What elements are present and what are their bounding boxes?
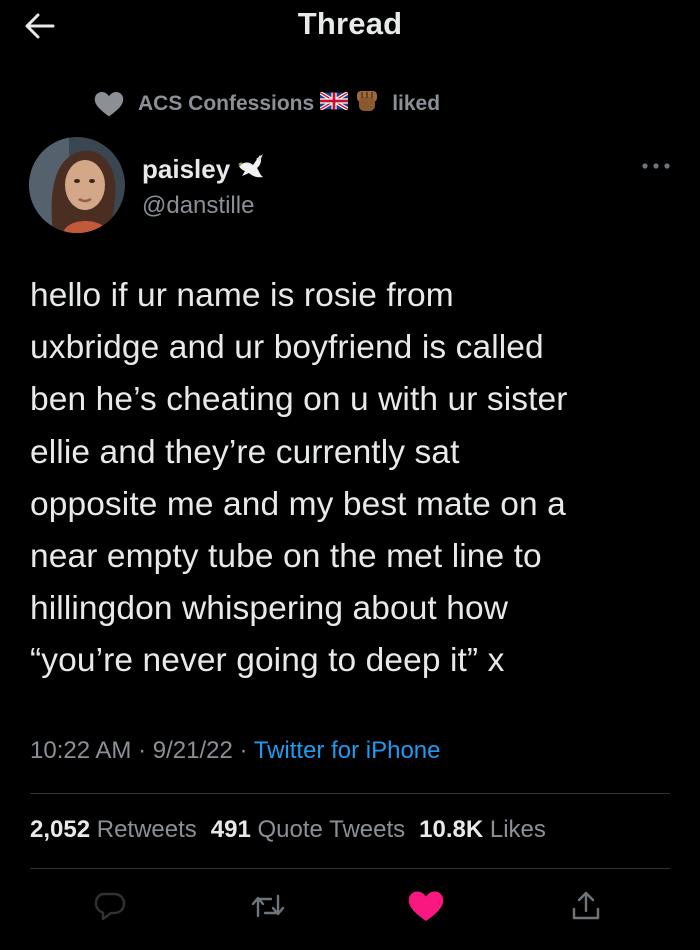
tweet-line: ben he’s cheating on u with ur sister [30,381,568,419]
divider [30,868,670,869]
share-button[interactable] [566,886,606,926]
divider [30,793,670,794]
like-button[interactable] [406,886,446,926]
retweet-button[interactable] [248,886,288,926]
liker-name[interactable]: ACS Confessions [138,92,314,116]
uk-flag-icon [319,90,350,116]
more-icon [642,163,670,169]
likes-count: 10.8K [419,816,484,843]
display-name-text: paisley [142,154,231,184]
tweet-line: hello if ur name is rosie from [30,277,454,314]
page-title: Thread [297,6,403,41]
quotes-count: 491 [210,816,251,843]
share-icon [572,891,600,920]
retweet-icon [251,894,285,918]
quotes-label: Quote Tweets [257,816,406,843]
separator: · [138,737,153,764]
separator: · [239,737,254,764]
tweet-line: opposite me and my best mate on a [30,485,566,523]
retweets-label: Retweets [96,816,197,843]
liked-label: liked [392,92,441,115]
tweet-line: ellie and they’re currently sat [30,433,460,471]
avatar[interactable] [29,137,125,233]
retweets-stat[interactable]: 2,052 Retweets [30,816,197,843]
heart-filled-icon [408,891,444,921]
handle[interactable]: @danstille [142,192,254,220]
tweet-line: near empty tube on the met line to [30,538,542,576]
tweet-line: hillingdon whispering about how [30,590,509,628]
tweet-meta: 10:22 AM · 9/21/22 · Twitter for iPhone [30,737,440,765]
display-name[interactable]: paisley [142,152,266,187]
raised-fist-icon [354,88,380,120]
tweet-date[interactable]: 9/21/22 [153,737,233,764]
engagement-stats: 2,052 Retweets 491 Quote Tweets 10.8K Like… [30,816,546,844]
tweet-line: “you’re never going to deep it” x [30,642,505,680]
dove-icon [236,152,266,187]
quotes-stat[interactable]: 491 Quote Tweets [211,816,405,843]
social-context: ACS Confessions liked [94,88,440,120]
heart-icon [94,91,124,117]
tweet-text: hello if ur name is rosie from uxbridge … [30,270,680,688]
likes-stat[interactable]: 10.8K Likes [419,816,546,843]
more-options-button[interactable] [636,152,676,180]
tweet-time[interactable]: 10:22 AM [30,737,131,764]
tweet-source-link[interactable]: Twitter for iPhone [254,737,441,764]
retweets-count: 2,052 [30,816,91,843]
likes-label: Likes [489,816,546,843]
reply-icon [94,892,126,921]
tweet-line: uxbridge and ur boyfriend is called [30,329,544,367]
reply-button[interactable] [90,886,130,926]
